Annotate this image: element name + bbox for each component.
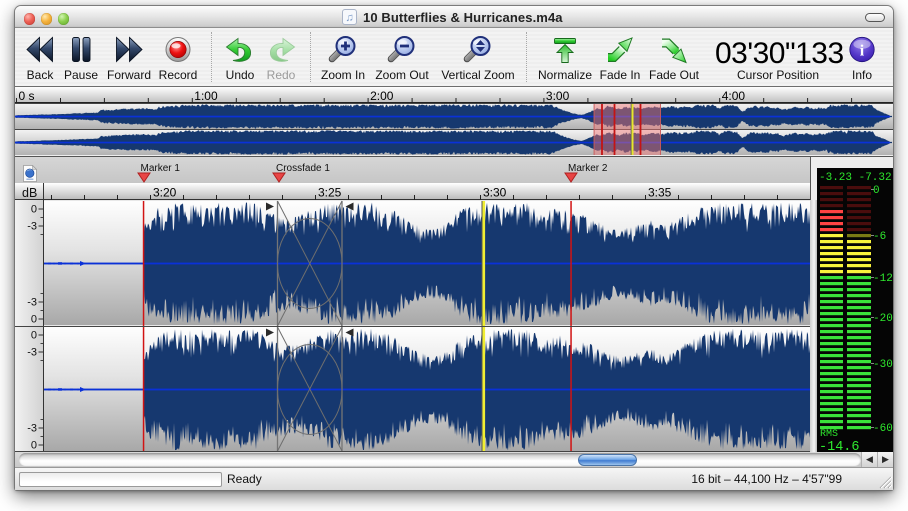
svg-text:-12: -12 bbox=[873, 273, 893, 285]
svg-text:3:25: 3:25 bbox=[318, 186, 342, 200]
svg-text:4:00: 4:00 bbox=[722, 89, 746, 103]
svg-text:-60: -60 bbox=[873, 423, 893, 435]
svg-text:0: 0 bbox=[31, 204, 37, 216]
svg-text:0: 0 bbox=[31, 330, 37, 342]
svg-text:-3: -3 bbox=[27, 347, 37, 359]
svg-text:♫: ♫ bbox=[345, 12, 353, 24]
svg-text:0: 0 bbox=[873, 185, 880, 197]
svg-text:i: i bbox=[860, 43, 865, 60]
svg-text:2:00: 2:00 bbox=[370, 89, 394, 103]
svg-text:3:00: 3:00 bbox=[546, 89, 570, 103]
svg-text:0 s: 0 s bbox=[19, 89, 35, 103]
svg-text:-3: -3 bbox=[27, 221, 37, 233]
svg-text:-3: -3 bbox=[27, 297, 37, 309]
svg-text:3:20: 3:20 bbox=[153, 186, 177, 200]
svg-text:3:35: 3:35 bbox=[648, 186, 672, 200]
svg-text:-30: -30 bbox=[873, 359, 893, 371]
svg-text:-6: -6 bbox=[873, 231, 886, 243]
svg-text:3:30: 3:30 bbox=[483, 186, 507, 200]
svg-text:-20: -20 bbox=[873, 313, 893, 325]
svg-text:0: 0 bbox=[31, 314, 37, 326]
svg-text:-3: -3 bbox=[27, 423, 37, 435]
svg-text:1:00: 1:00 bbox=[194, 89, 218, 103]
